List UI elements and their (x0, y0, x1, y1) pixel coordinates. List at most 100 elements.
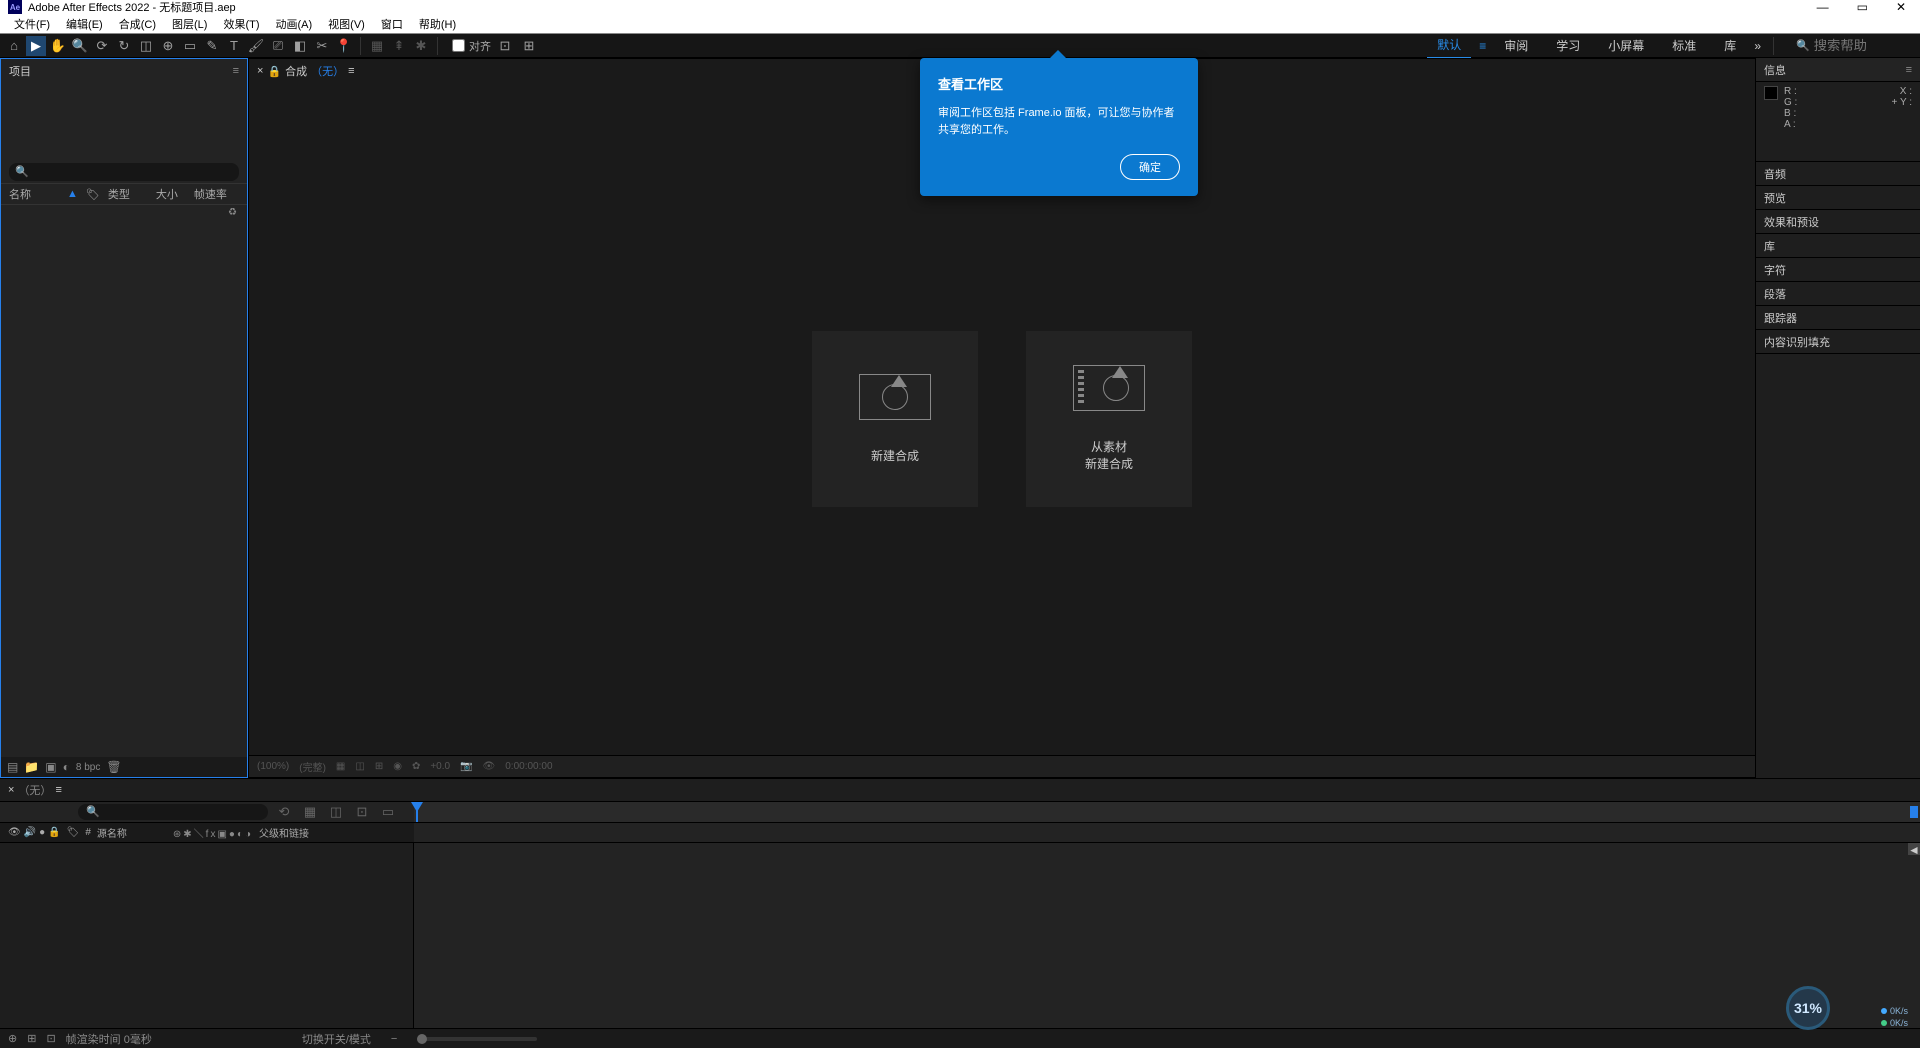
menu-help[interactable]: 帮助(H) (413, 14, 462, 34)
panel-menu-icon[interactable]: ≡ (233, 65, 239, 77)
panel-effects[interactable]: 效果和预设 (1756, 210, 1920, 234)
eye-col-icon[interactable]: 👁 (8, 827, 21, 838)
timeline-zoom-slider[interactable] (417, 1037, 537, 1041)
menu-view[interactable]: 视图(V) (322, 14, 371, 34)
pan-behind-tool[interactable]: ⊕ (158, 36, 178, 56)
popup-ok-button[interactable]: 确定 (1120, 154, 1180, 180)
panel-tracker[interactable]: 跟踪器 (1756, 306, 1920, 330)
tl-close-icon[interactable]: × (8, 784, 14, 796)
menu-window[interactable]: 窗口 (375, 14, 409, 34)
menu-edit[interactable]: 编辑(E) (60, 14, 109, 34)
interpret-icon[interactable]: ▤ (7, 760, 18, 774)
timeline-search-input[interactable] (78, 804, 268, 820)
lock-icon[interactable]: 🔒 (267, 65, 281, 78)
ws-more-icon[interactable]: » (1754, 39, 1761, 53)
channel-icon[interactable]: ◉ (393, 761, 402, 772)
ws-review[interactable]: 审阅 (1494, 33, 1538, 58)
grid-icon[interactable]: ▦ (336, 761, 345, 772)
tl-opt2-icon[interactable]: ▦ (300, 802, 320, 822)
new-comp-icon[interactable]: ▣ (45, 760, 56, 774)
col-fps[interactable]: 帧速率 (194, 186, 227, 202)
lock-col-icon[interactable]: 🔒 (48, 827, 60, 838)
tl-menu-icon[interactable]: ≡ (55, 784, 61, 796)
pin-icon[interactable]: ✱ (411, 36, 431, 56)
tl-tab-label[interactable]: （无） (18, 782, 51, 798)
adjust-icon[interactable]: ◐ (63, 760, 70, 774)
work-area-end[interactable] (1910, 806, 1918, 818)
selection-tool[interactable]: ▶ (26, 36, 46, 56)
time-display[interactable]: 0:00:00:00 (505, 761, 552, 772)
info-tab[interactable]: 信息 (1764, 62, 1786, 78)
performance-badge[interactable]: 31% (1786, 986, 1830, 1030)
sort-icon[interactable]: ▲ (67, 188, 78, 200)
puppet-tool[interactable]: 📍 (334, 36, 354, 56)
menu-composition[interactable]: 合成(C) (113, 14, 162, 34)
info-menu-icon[interactable]: ≡ (1906, 64, 1912, 76)
pen-tool[interactable]: ✎ (202, 36, 222, 56)
reset-exp-icon[interactable]: ✿ (412, 761, 420, 772)
exposure-value[interactable]: +0.0 (430, 761, 450, 772)
brush-tool[interactable]: 🖌 (246, 36, 266, 56)
mask-icon[interactable]: ◫ (355, 761, 364, 772)
tl-foot3-icon[interactable]: ⊡ (46, 1032, 55, 1045)
snapping-checkbox[interactable] (452, 39, 465, 52)
guides-icon[interactable]: ⊞ (375, 761, 383, 772)
solo-col-icon[interactable]: ● (39, 827, 45, 838)
timeline-graph[interactable]: ◄ (414, 843, 1920, 1028)
folder-icon[interactable]: 📁 (24, 760, 39, 774)
comp-close-icon[interactable]: × (257, 65, 263, 77)
bpc-label[interactable]: 8 bpc (76, 762, 100, 773)
menu-layer[interactable]: 图层(L) (166, 14, 213, 34)
orbit-tool[interactable]: ⟳ (92, 36, 112, 56)
tl-opt1-icon[interactable]: ⟲ (274, 802, 294, 822)
ws-small[interactable]: 小屏幕 (1598, 33, 1654, 58)
type-tool[interactable]: T (224, 36, 244, 56)
panel-preview[interactable]: 预览 (1756, 186, 1920, 210)
audio-col-icon[interactable]: 🔊 (24, 827, 36, 838)
rotate-tool[interactable]: ↻ (114, 36, 134, 56)
clone-tool[interactable]: ⎚ (268, 36, 288, 56)
panel-content-aware[interactable]: 内容识别填充 (1756, 330, 1920, 354)
toggle-switches-button[interactable]: 切换开关/模式 (302, 1031, 371, 1047)
eraser-tool[interactable]: ◧ (290, 36, 310, 56)
menu-file[interactable]: 文件(F) (8, 14, 56, 34)
flow-icon[interactable]: ♻ (228, 207, 237, 218)
show-snapshot-icon[interactable]: 👁 (483, 761, 496, 772)
snap-opt2-icon[interactable]: ⊞ (519, 36, 539, 56)
col-type[interactable]: 类型 (108, 186, 148, 202)
minimize-button[interactable]: — (1811, 0, 1835, 14)
panel-character[interactable]: 字符 (1756, 258, 1920, 282)
col-size[interactable]: 大小 (156, 186, 186, 202)
bone-icon[interactable]: ⇞ (389, 36, 409, 56)
panel-audio[interactable]: 音频 (1756, 162, 1920, 186)
tl-foot1-icon[interactable]: ⊕ (8, 1032, 17, 1045)
ws-default[interactable]: 默认 (1427, 32, 1471, 59)
timeline-end-cap[interactable]: ◄ (1908, 843, 1920, 855)
project-list[interactable] (1, 220, 247, 757)
zoom-out-icon[interactable]: − (391, 1033, 397, 1045)
trash-icon[interactable]: 🗑 (106, 760, 121, 774)
ws-menu-icon[interactable]: ≡ (1479, 39, 1486, 53)
source-name-col[interactable]: 源名称 (97, 825, 167, 840)
camera-tool[interactable]: ◫ (136, 36, 156, 56)
tl-opt5-icon[interactable]: ▭ (378, 802, 398, 822)
roto-tool[interactable]: ✂ (312, 36, 332, 56)
current-time-indicator[interactable] (416, 802, 418, 822)
tl-foot2-icon[interactable]: ⊞ (27, 1032, 36, 1045)
new-composition-button[interactable]: 新建合成 (812, 331, 978, 507)
res-dropdown[interactable]: (完整) (299, 759, 326, 774)
snapshot-icon[interactable]: 📷 (460, 761, 472, 772)
search-help-input[interactable] (1814, 38, 1904, 53)
label-col-icon[interactable]: 🏷 (67, 827, 80, 838)
time-ruler[interactable] (414, 802, 1920, 822)
project-search-input[interactable] (9, 163, 239, 181)
menu-effect[interactable]: 效果(T) (217, 14, 265, 34)
panel-library[interactable]: 库 (1756, 234, 1920, 258)
rect-tool[interactable]: ▭ (180, 36, 200, 56)
project-tab[interactable]: 项目 (9, 63, 31, 79)
menu-animation[interactable]: 动画(A) (270, 14, 319, 34)
zoom-tool[interactable]: 🔍 (70, 36, 90, 56)
snap-opt-icon[interactable]: ⊡ (495, 36, 515, 56)
tl-opt3-icon[interactable]: ◫ (326, 802, 346, 822)
panel-paragraph[interactable]: 段落 (1756, 282, 1920, 306)
